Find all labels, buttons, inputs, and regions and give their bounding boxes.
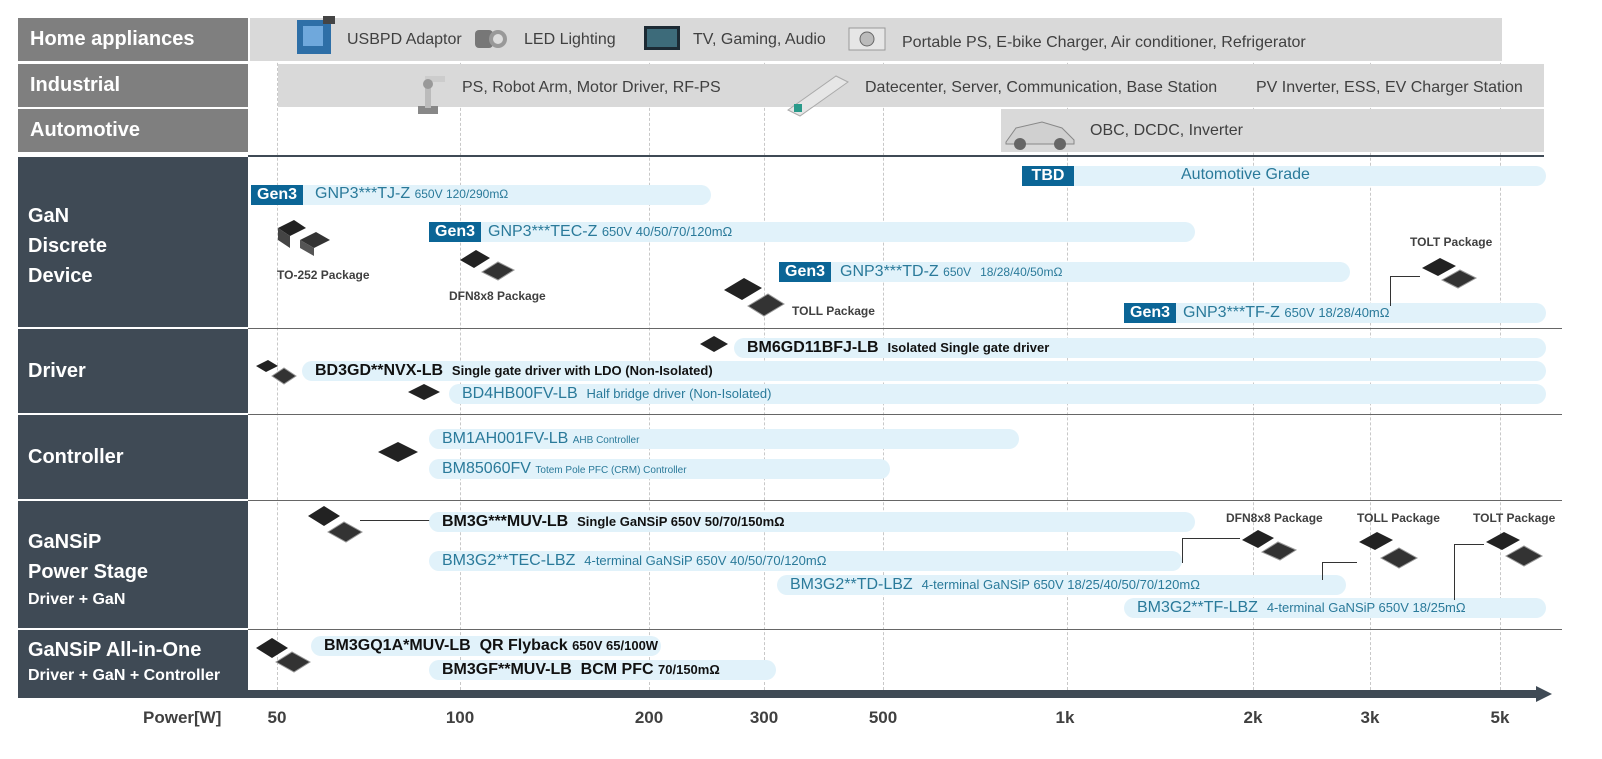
axis-tick: 5k — [1490, 708, 1510, 727]
category-controller: Controller — [18, 415, 248, 499]
product-bm3g2-tec-lbz: BM3G2**TEC-LBZ 4-terminal GaNSiP 650V 40… — [442, 552, 827, 569]
driver-chip-icon — [256, 360, 297, 385]
leader-line — [1390, 276, 1391, 306]
controller-chip-icon — [378, 442, 418, 462]
driver-chip-icon — [700, 336, 728, 352]
separator — [248, 155, 1544, 157]
axis-tick: 50 — [267, 708, 287, 727]
tbd-tag: TBD — [1022, 166, 1074, 186]
product-gnp3-td-z: GNP3***TD-Z 650V 18/28/40/50mΩ — [840, 263, 1063, 280]
power-axis — [18, 690, 1538, 698]
category-aio: GaNSiP All-in-One Driver + GaN + Control… — [18, 630, 248, 690]
robot-arm-icon — [418, 76, 445, 114]
product-bd3gd-nvx-lb: BD3GD**NVX-LB Single gate driver with LD… — [315, 362, 713, 379]
grid-line — [649, 18, 650, 690]
app-label-automotive: Automotive — [18, 109, 248, 152]
app-item: TV, Gaming, Audio — [693, 31, 826, 48]
product-bd4hb00fv-lb: BD4HB00FV-LB Half bridge driver (Non-Iso… — [462, 385, 772, 402]
app-item: Datecenter, Server, Communication, Base … — [865, 79, 1218, 96]
product-bm3g2-td-lbz: BM3G2**TD-LBZ 4-terminal GaNSiP 650V 18/… — [790, 576, 1200, 593]
leader-line — [1454, 544, 1455, 600]
separator — [248, 328, 1562, 329]
package-label: DFN8x8 Package — [1226, 511, 1323, 525]
category-driver: Driver — [18, 329, 248, 413]
leader-line — [360, 520, 430, 521]
separator — [248, 629, 1562, 630]
package-label: TO-252 Package — [277, 268, 370, 282]
gen3-tag: Gen3 — [429, 222, 482, 242]
app-item: OBC, DCDC, Inverter — [1090, 122, 1243, 139]
grid-line — [460, 18, 461, 690]
separator — [248, 414, 1562, 415]
app-item: LED Lighting — [524, 31, 616, 48]
app-band-automotive — [1001, 109, 1544, 152]
gen3-tag: Gen3 — [1124, 303, 1177, 323]
product-bm6gd11bfj-lb: BM6GD11BFJ-LB Isolated Single gate drive… — [747, 339, 1050, 356]
product-bm1ah001fv-lb: BM1AH001FV-LB AHB Controller — [442, 430, 640, 447]
tolt-package-icon — [1422, 258, 1478, 289]
axis-tick: 1k — [1055, 708, 1075, 727]
product-gnp3-tf-z: GNP3***TF-Z 650V 18/28/40mΩ — [1183, 304, 1390, 321]
app-label-industrial: Industrial — [18, 64, 248, 107]
product-bm3g-muv-lb: BM3G***MUV-LB Single GaNSiP 650V 50/70/1… — [442, 513, 785, 530]
product-bm3gf-muv-lb: BM3GF**MUV-LB BCM PFC 70/150mΩ — [442, 661, 720, 678]
package-label: TOLL Package — [792, 304, 875, 318]
product-gnp3-tec-z: GNP3***TEC-Z 650V 40/50/70/120mΩ — [488, 223, 733, 240]
axis-tick: 3k — [1360, 708, 1380, 727]
toll-package-icon — [724, 278, 785, 317]
to252-package-icon — [278, 220, 330, 256]
leader-line — [1182, 538, 1240, 539]
grid-line — [277, 18, 278, 690]
product-bm3g2-tf-lbz: BM3G2**TF-LBZ 4-terminal GaNSiP 650V 18/… — [1137, 599, 1466, 616]
app-item: Portable PS, E-bike Charger, Air conditi… — [902, 34, 1306, 51]
axis-tick: 500 — [868, 708, 898, 727]
car-icon — [1005, 121, 1075, 150]
usbpd-adaptor-icon — [297, 16, 335, 54]
dfn8x8-package-icon — [460, 250, 516, 281]
axis-label: Power[W] — [143, 708, 222, 727]
axis-tick: 200 — [634, 708, 664, 727]
leader-line — [1454, 544, 1484, 545]
gen3-tag: Gen3 — [779, 262, 832, 282]
product-name: Automotive Grade — [1181, 166, 1310, 183]
axis-tick: 2k — [1243, 708, 1263, 727]
app-item: PS, Robot Arm, Motor Driver, RF-PS — [462, 79, 721, 96]
air-conditioner-icon — [848, 27, 886, 51]
product-bm85060fv: BM85060FV Totem Pole PFC (CRM) Controlle… — [442, 460, 687, 477]
leader-line — [1390, 276, 1420, 277]
product-gnp3-tj-z: GNP3***TJ-Z 650V 120/290mΩ — [315, 185, 509, 202]
separator — [248, 500, 1562, 501]
tv-icon — [644, 26, 680, 50]
leader-line — [1182, 538, 1183, 563]
driver-chip-icon — [408, 384, 440, 400]
server-module-icon — [787, 75, 849, 117]
aio-package-icon — [256, 638, 311, 673]
leader-line — [1322, 562, 1357, 563]
product-bm3gq1a-muv-lb: BM3GQ1A*MUV-LB QR Flyback 650V 65/100W — [324, 637, 659, 654]
leader-line — [1322, 562, 1323, 580]
app-item: USBPD Adaptor — [347, 31, 462, 48]
gansip-package-icon — [308, 506, 363, 543]
package-label: TOLT Package — [1473, 511, 1556, 525]
led-lighting-icon — [475, 30, 507, 48]
package-label: TOLL Package — [1357, 511, 1440, 525]
axis-tick: 300 — [749, 708, 779, 727]
tolt-package-icon — [1486, 532, 1544, 567]
package-label: TOLT Package — [1410, 235, 1493, 249]
toll-package-icon — [1359, 532, 1419, 569]
app-label-home: Home appliances — [18, 18, 248, 61]
axis-tick: 100 — [445, 708, 475, 727]
dfn8x8-package-icon — [1242, 530, 1298, 561]
category-gan-discrete: GaN Discrete Device — [18, 157, 248, 327]
category-gansip: GaNSiP Power Stage Driver + GaN — [18, 501, 248, 628]
axis-arrow-icon — [1536, 686, 1552, 702]
app-item: PV Inverter, ESS, EV Charger Station — [1256, 79, 1523, 96]
gen3-tag: Gen3 — [251, 185, 304, 205]
package-label: DFN8x8 Package — [449, 289, 546, 303]
